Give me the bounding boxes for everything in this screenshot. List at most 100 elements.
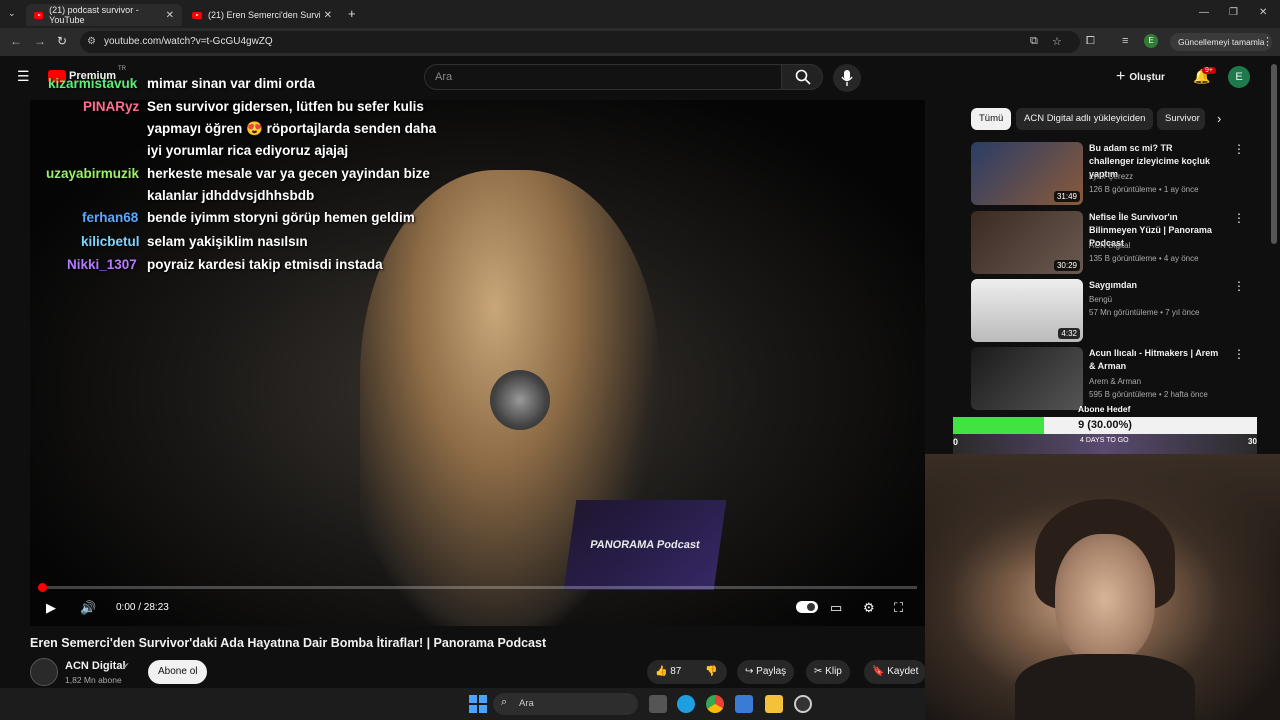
search-button[interactable] xyxy=(781,64,823,90)
recommendation-title[interactable]: Saygımdan xyxy=(1089,279,1219,292)
chat-message: mimar sinan var dimi orda xyxy=(147,76,316,91)
install-app-icon[interactable]: ⧉ xyxy=(1030,35,1038,48)
update-button[interactable]: Güncellemeyi tamamla xyxy=(1170,33,1273,51)
more-vertical-icon[interactable]: ⋮ xyxy=(1233,347,1245,361)
recommendation-channel[interactable]: ACN Digital xyxy=(1089,241,1130,250)
create-button[interactable]: + Oluştur xyxy=(1116,64,1165,90)
chat-username: PINARyz xyxy=(83,99,140,114)
recommendation-channel[interactable]: Bengü xyxy=(1089,295,1112,304)
logo-region: TR xyxy=(118,66,126,72)
obs-app-icon[interactable] xyxy=(794,695,812,713)
media-control-icon[interactable]: ≡ xyxy=(1122,35,1128,47)
taskbar-search[interactable]: ⌕ Ara xyxy=(493,693,638,715)
browser-tab-strip: ⌄ (21) podcast survivor - YouTube ✕ (21)… xyxy=(0,0,1280,28)
chevron-right-icon[interactable]: › xyxy=(1217,111,1221,126)
tab-list-icon[interactable]: ⌄ xyxy=(8,8,16,19)
close-icon[interactable]: ✕ xyxy=(324,10,332,21)
voice-search-button[interactable] xyxy=(833,64,861,92)
clip-button[interactable]: ✂ Klip xyxy=(806,660,850,684)
profile-avatar[interactable]: E xyxy=(1144,34,1158,48)
channel-name[interactable]: ACN Digital xyxy=(65,660,126,672)
recommendation-thumbnail[interactable]: 31:49 xyxy=(971,142,1083,205)
duration-badge: 30:29 xyxy=(1053,260,1080,271)
channel-avatar[interactable] xyxy=(30,658,58,686)
close-window-icon[interactable]: ✕ xyxy=(1259,7,1267,18)
share-button[interactable]: ↪ Paylaş xyxy=(737,660,795,684)
account-avatar[interactable]: E xyxy=(1228,66,1250,88)
subscribe-button[interactable]: Abone ol xyxy=(148,660,208,684)
maximize-icon[interactable]: ❐ xyxy=(1229,7,1238,18)
search-input[interactable]: Ara xyxy=(424,64,782,90)
chat-username: kilicbetul xyxy=(81,234,140,249)
more-vertical-icon[interactable]: ⋮ xyxy=(1233,211,1245,225)
chip-survivor[interactable]: Survivor xyxy=(1157,108,1205,130)
recommendation-item[interactable]: 30:29 Nefise İle Survivor'ın Bilinmeyen … xyxy=(971,211,1261,275)
more-vertical-icon[interactable]: ⋮ xyxy=(1233,279,1245,293)
close-icon[interactable]: ✕ xyxy=(166,10,174,21)
bookmark-icon: 🔖 xyxy=(872,666,885,677)
create-label: Oluştur xyxy=(1129,71,1165,83)
url-text: youtube.com/watch?v=t-GcGU4gwZQ xyxy=(104,36,273,47)
subtitles-icon[interactable]: ▭ xyxy=(830,600,842,616)
recommendation-thumbnail[interactable]: 30:29 xyxy=(971,211,1083,274)
reload-icon[interactable]: ↻ xyxy=(57,34,67,48)
youtube-favicon-icon xyxy=(34,11,44,19)
progress-scrubber[interactable] xyxy=(38,583,47,592)
recommendation-item[interactable]: 31:49 Bu adam sc mi? TR challenger izley… xyxy=(971,142,1261,206)
minimize-icon[interactable]: — xyxy=(1199,7,1209,18)
chat-message: yapmayı öğren 😍 röportajlarda senden dah… xyxy=(147,121,437,136)
thumbs-up-icon: 👍 xyxy=(655,666,668,677)
chat-username: kizarmistavuk xyxy=(48,76,138,91)
verified-icon: ✔ xyxy=(122,661,130,671)
task-view-icon[interactable] xyxy=(649,695,667,713)
like-button[interactable]: 👍 87 xyxy=(655,666,681,677)
recommendation-thumbnail[interactable] xyxy=(971,347,1083,410)
play-icon[interactable]: ▶ xyxy=(46,600,56,616)
new-tab-button[interactable]: + xyxy=(348,6,356,21)
hamburger-menu-icon[interactable]: ☰ xyxy=(17,68,30,85)
forward-icon[interactable]: → xyxy=(34,34,46,48)
edge-browser-icon[interactable] xyxy=(677,695,695,713)
duration-badge: 31:49 xyxy=(1053,191,1080,202)
logo-panel-text: PANORAMA Podcast xyxy=(589,539,701,551)
chat-message: selam yakişiklim nasılsın xyxy=(147,234,308,249)
windows-start-icon[interactable] xyxy=(469,695,487,713)
recommendation-channel[interactable]: Lynx Çerezz xyxy=(1089,172,1133,181)
url-field[interactable]: ⚙ youtube.com/watch?v=t-GcGU4gwZQ ⧉ ☆ xyxy=(80,31,1080,53)
theater-mode-icon[interactable]: ⛶ xyxy=(894,600,903,616)
more-vertical-icon[interactable]: ⋮ xyxy=(1233,142,1245,156)
recommendation-channel[interactable]: Arem & Arman xyxy=(1089,377,1141,386)
recommendation-item[interactable]: Acun Ilıcalı - Hitmakers | Arem & Arman … xyxy=(971,347,1261,411)
scrollbar[interactable] xyxy=(1271,64,1277,244)
chat-message: poyraiz kardesi takip etmisdi instada xyxy=(147,257,383,272)
thumbs-down-icon[interactable]: 👎 xyxy=(705,660,717,684)
settings-gear-icon[interactable]: ⚙ xyxy=(863,600,875,616)
tab-label: (21) podcast survivor - YouTube xyxy=(49,5,139,25)
chip-all[interactable]: Tümü xyxy=(971,108,1012,130)
autoplay-toggle[interactable] xyxy=(796,601,818,613)
bookmark-star-icon[interactable]: ☆ xyxy=(1052,35,1062,48)
volume-icon[interactable]: 🔊 xyxy=(80,600,96,616)
chip-from-uploader[interactable]: ACN Digital adlı yükleyiciden xyxy=(1016,108,1154,130)
tab-podcast-survivor[interactable]: (21) podcast survivor - YouTube ✕ xyxy=(26,4,182,26)
windows-taskbar: ⌕ Ara xyxy=(0,688,925,720)
youtube-favicon-icon xyxy=(192,11,202,19)
site-info-icon[interactable]: ⚙ xyxy=(87,36,96,47)
recommendation-thumbnail[interactable]: 4:32 xyxy=(971,279,1083,342)
mail-icon[interactable] xyxy=(735,695,753,713)
video-progress-bar[interactable] xyxy=(38,583,917,592)
back-icon[interactable]: ← xyxy=(10,34,22,48)
chat-message: bende iyimm storyni görüp hemen geldim xyxy=(147,210,415,225)
extensions-icon[interactable]: ⧠ xyxy=(1086,35,1095,48)
notification-badge: 9+ xyxy=(1202,67,1216,74)
file-explorer-icon[interactable] xyxy=(765,695,783,713)
tab-eren-semerci[interactable]: (21) Eren Semerci'den Survivor'... ✕ xyxy=(184,4,340,26)
recommendation-meta: 57 Mn görüntüleme • 7 yıl önce xyxy=(1089,308,1200,317)
goal-days: 4 DAYS TO GO xyxy=(1080,437,1129,444)
recommendation-title[interactable]: Acun Ilıcalı - Hitmakers | Arem & Arman xyxy=(1089,347,1219,373)
chrome-browser-icon[interactable] xyxy=(706,695,724,713)
recommendation-item[interactable]: 4:32 Saygımdan Bengü 57 Mn görüntüleme •… xyxy=(971,279,1261,343)
save-button[interactable]: 🔖 Kaydet xyxy=(864,660,927,684)
more-menu-icon[interactable]: ⋮ xyxy=(1262,35,1273,48)
recommendation-meta: 126 B görüntüleme • 1 ay önce xyxy=(1089,185,1199,194)
